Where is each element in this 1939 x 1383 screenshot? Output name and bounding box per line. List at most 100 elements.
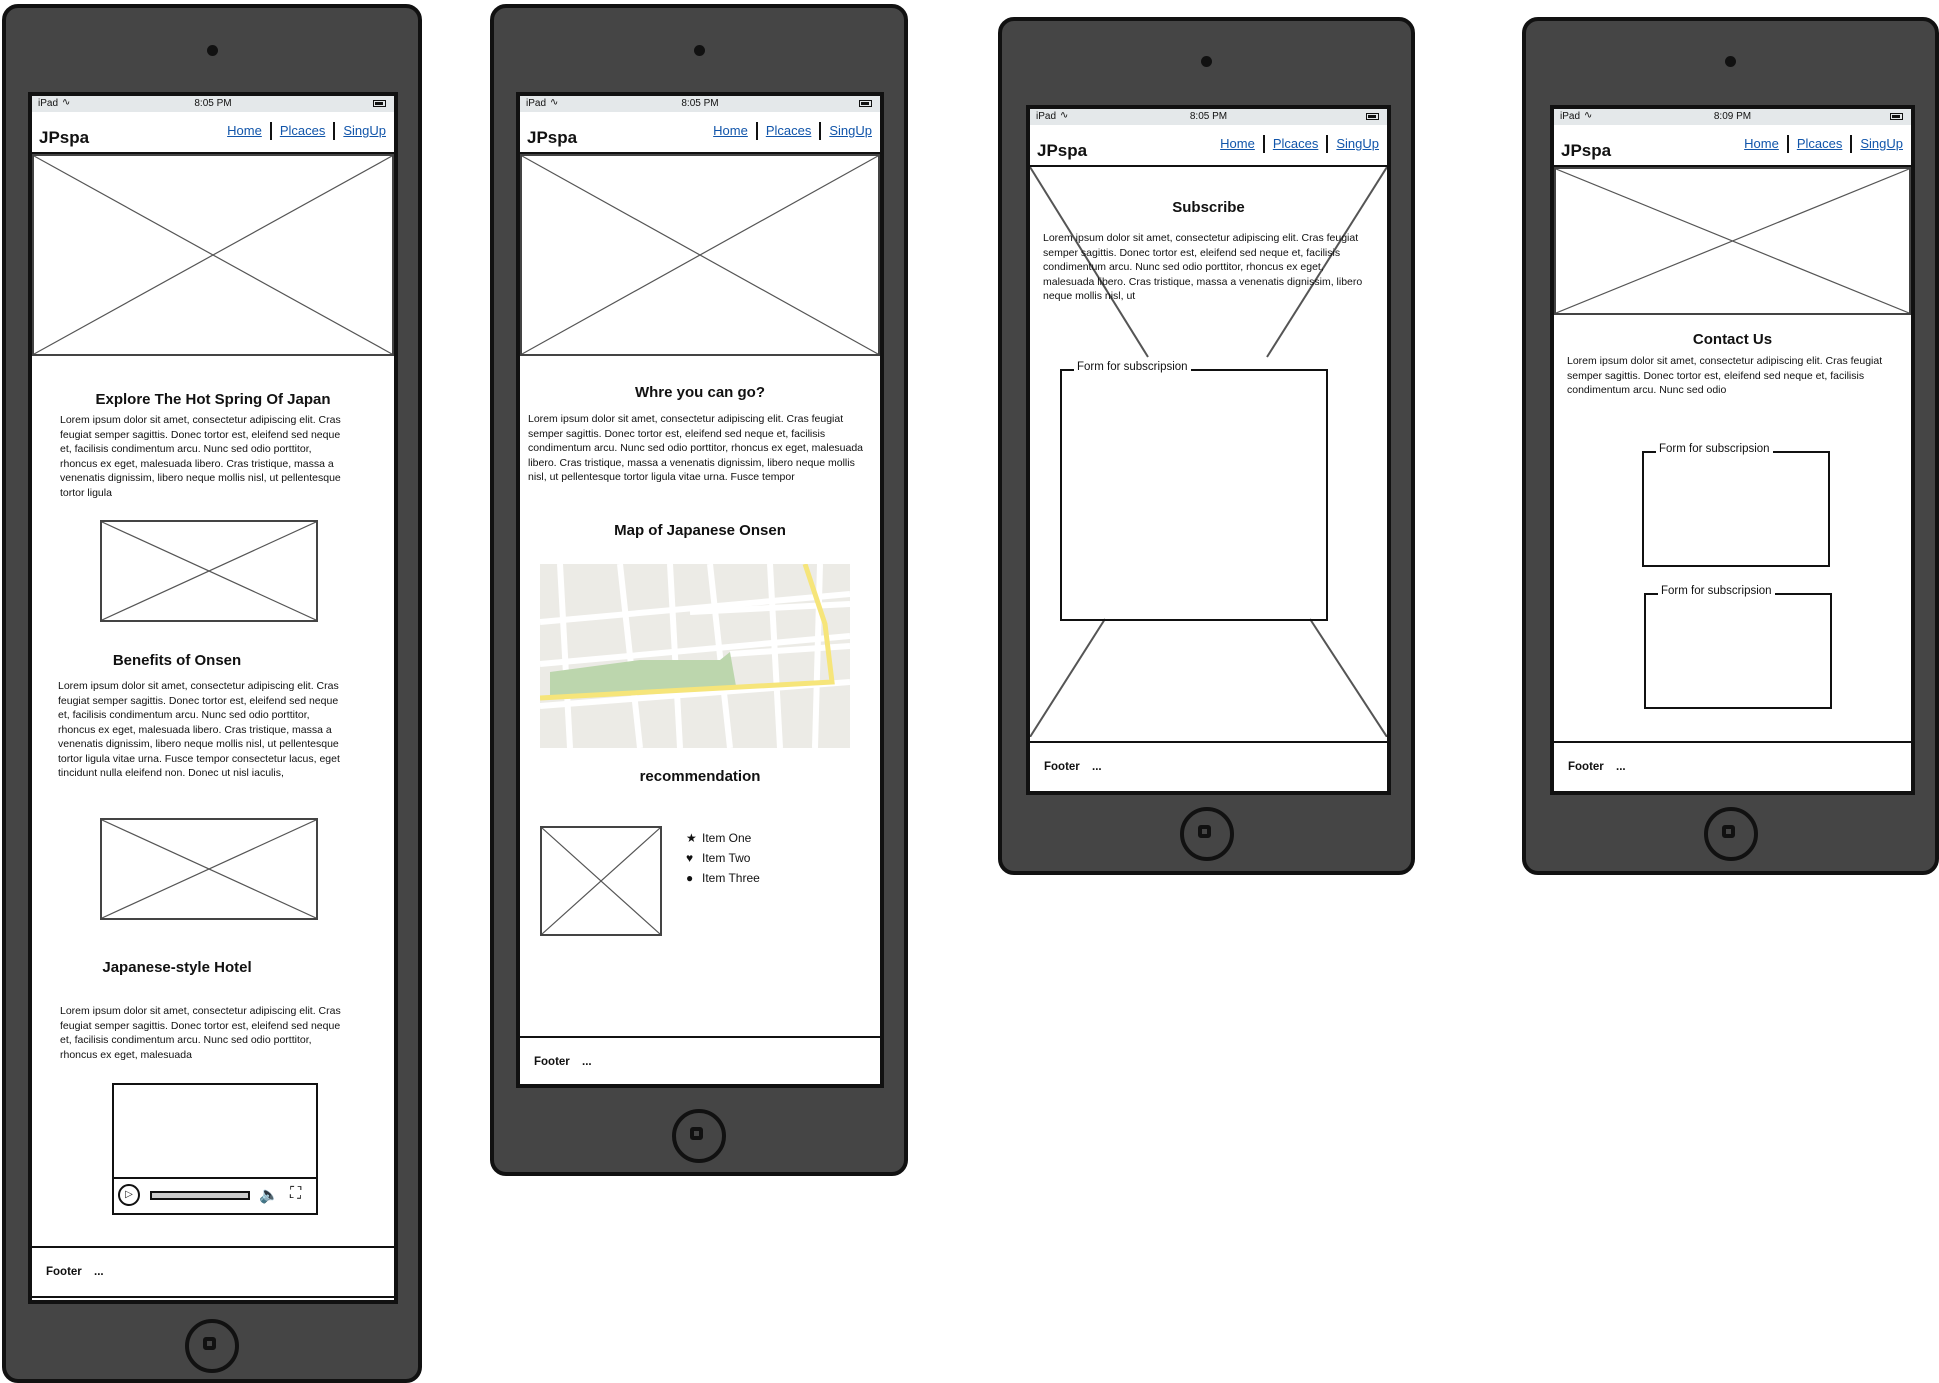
screen-3: iPad ∿ 8:05 PM JPspa Home Plcaces SingUp… — [1026, 105, 1391, 795]
footer-label: Footer — [1568, 761, 1604, 773]
status-time: 8:05 PM — [681, 98, 719, 109]
nav-links: Home Plcaces SingUp — [219, 122, 394, 140]
footer-label: Footer — [1044, 761, 1080, 773]
footer: Footer ... — [1030, 741, 1387, 791]
subscription-form[interactable]: Form for subscripsion — [1060, 361, 1328, 621]
image-placeholder — [100, 520, 318, 622]
footer: Footer ... — [520, 1036, 880, 1084]
form-legend: Form for subscripsion — [1658, 585, 1775, 597]
brand-logo[interactable]: JPspa — [1037, 141, 1087, 161]
subscription-form[interactable]: Form for subscripsion — [1644, 585, 1832, 709]
camera-icon — [1725, 56, 1736, 67]
map[interactable] — [540, 564, 850, 748]
screen-1: iPad ∿ 8:05 PM JPspa Home Plcaces SingUp… — [28, 92, 398, 1304]
navbar: JPspa Home Plcaces SingUp — [1030, 125, 1387, 167]
section-title: Benefits of Onsen — [112, 652, 242, 669]
brand-logo[interactable]: JPspa — [527, 128, 577, 148]
nav-places-link[interactable]: Plcaces — [755, 122, 820, 140]
section-title: Japanese-style Hotel — [102, 959, 252, 976]
status-time: 8:05 PM — [194, 98, 232, 109]
form-legend: Form for subscripsion — [1656, 443, 1773, 455]
screen-4: iPad ∿ 8:09 PM JPspa Home Plcaces SingUp… — [1550, 105, 1915, 795]
star-icon: ★ — [686, 831, 697, 845]
section-text: Lorem ipsum dolor sit amet, consectetur … — [60, 414, 341, 499]
volume-icon[interactable]: 🔈 — [259, 1185, 279, 1205]
video-controls: ▷ 🔈 ⛶ — [114, 1177, 316, 1213]
screen-2: iPad ∿ 8:05 PM JPspa Home Plcaces SingUp… — [516, 92, 884, 1088]
status-bar: iPad ∿ 8:09 PM — [1554, 109, 1911, 125]
footer-label: Footer — [534, 1056, 570, 1068]
camera-icon — [693, 45, 705, 56]
section-text: Lorem ipsum dolor sit amet, consectetur … — [1043, 232, 1363, 302]
heart-icon: ♥ — [686, 851, 694, 865]
section-title: Explore The Hot Spring Of Japan — [95, 391, 331, 408]
play-icon[interactable]: ▷ — [118, 1184, 140, 1206]
image-placeholder — [100, 818, 318, 920]
nav-home-link[interactable]: Home — [219, 122, 270, 140]
section-text: Lorem ipsum dolor sit amet, consectetur … — [58, 680, 340, 779]
home-button-icon[interactable] — [672, 1109, 726, 1163]
list-item[interactable]: ★ Item One — [686, 831, 760, 845]
footer: Footer ... — [1554, 741, 1911, 791]
ipad-frame-4: iPad ∿ 8:09 PM JPspa Home Plcaces SingUp… — [1522, 17, 1939, 875]
brand-logo[interactable]: JPspa — [1561, 141, 1611, 161]
ipad-frame-3: iPad ∿ 8:05 PM JPspa Home Plcaces SingUp… — [998, 17, 1415, 875]
nav-signup-link[interactable]: SingUp — [819, 122, 880, 140]
page-title: Contact Us — [1692, 331, 1773, 348]
navbar: JPspa Home Plcaces SingUp — [520, 112, 880, 154]
footer-label: Footer — [46, 1266, 82, 1278]
video-player[interactable]: ▷ 🔈 ⛶ — [112, 1083, 318, 1215]
subscription-form[interactable]: Form for subscripsion — [1642, 443, 1830, 567]
footer-dots: ... — [1616, 761, 1626, 773]
hero-image-placeholder — [1554, 167, 1911, 315]
status-bar: iPad ∿ 8:05 PM — [520, 96, 880, 112]
form-legend: Form for subscripsion — [1074, 361, 1191, 373]
nav-signup-link[interactable]: SingUp — [333, 122, 394, 140]
navbar: JPspa Home Plcaces SingUp — [1554, 125, 1911, 167]
home-button-icon[interactable] — [1179, 807, 1234, 861]
map-title: Map of Japanese Onsen — [614, 522, 786, 539]
navbar: JPspa Home Plcaces SingUp — [32, 112, 394, 154]
video-progress-bar[interactable] — [150, 1191, 250, 1200]
footer-dots: ... — [1092, 761, 1102, 773]
hero-image-placeholder — [32, 154, 394, 356]
camera-icon — [1201, 56, 1212, 67]
home-button-icon[interactable] — [185, 1319, 239, 1373]
status-time: 8:05 PM — [1189, 111, 1228, 122]
section-text: Lorem ipsum dolor sit amet, consectetur … — [60, 1005, 341, 1061]
nav-places-link[interactable]: Plcaces — [1262, 135, 1327, 153]
nav-home-link[interactable]: Home — [1736, 135, 1787, 153]
circle-icon: ● — [686, 871, 694, 885]
footer-dots: ... — [582, 1056, 592, 1068]
section-text: Lorem ipsum dolor sit amet, consectetur … — [528, 413, 864, 483]
status-time: 8:09 PM — [1713, 111, 1752, 122]
nav-home-link[interactable]: Home — [705, 122, 756, 140]
battery-icon — [373, 100, 386, 107]
ipad-frame-2: iPad ∿ 8:05 PM JPspa Home Plcaces SingUp… — [490, 4, 908, 1176]
recommendation-image-placeholder — [540, 826, 662, 936]
footer-dots: ... — [94, 1266, 104, 1278]
nav-signup-link[interactable]: SingUp — [1850, 135, 1911, 153]
home-button-icon[interactable] — [1703, 807, 1758, 861]
list-item[interactable]: ● Item Three — [686, 871, 760, 885]
page-title: Subscribe — [1172, 199, 1245, 216]
camera-icon — [206, 45, 218, 56]
section-text: Lorem ipsum dolor sit amet, consectetur … — [1567, 355, 1883, 396]
battery-icon — [1366, 113, 1379, 120]
recommendation-list: ★ Item One ♥ Item Two ● Item Three — [686, 831, 760, 891]
nav-places-link[interactable]: Plcaces — [269, 122, 334, 140]
nav-links: Home Plcaces SingUp — [1212, 135, 1387, 153]
section-title: recommendation — [639, 768, 761, 785]
nav-home-link[interactable]: Home — [1212, 135, 1263, 153]
ipad-frame-1: iPad ∿ 8:05 PM JPspa Home Plcaces SingUp… — [2, 4, 422, 1383]
list-item[interactable]: ♥ Item Two — [686, 851, 760, 865]
status-bar: iPad ∿ 8:05 PM — [32, 96, 394, 112]
nav-links: Home Plcaces SingUp — [705, 122, 880, 140]
footer: Footer ... — [32, 1246, 394, 1298]
battery-icon — [1890, 113, 1903, 120]
nav-links: Home Plcaces SingUp — [1736, 135, 1911, 153]
nav-places-link[interactable]: Plcaces — [1786, 135, 1851, 153]
fullscreen-icon[interactable]: ⛶ — [290, 1185, 301, 1203]
nav-signup-link[interactable]: SingUp — [1326, 135, 1387, 153]
brand-logo[interactable]: JPspa — [39, 128, 89, 148]
